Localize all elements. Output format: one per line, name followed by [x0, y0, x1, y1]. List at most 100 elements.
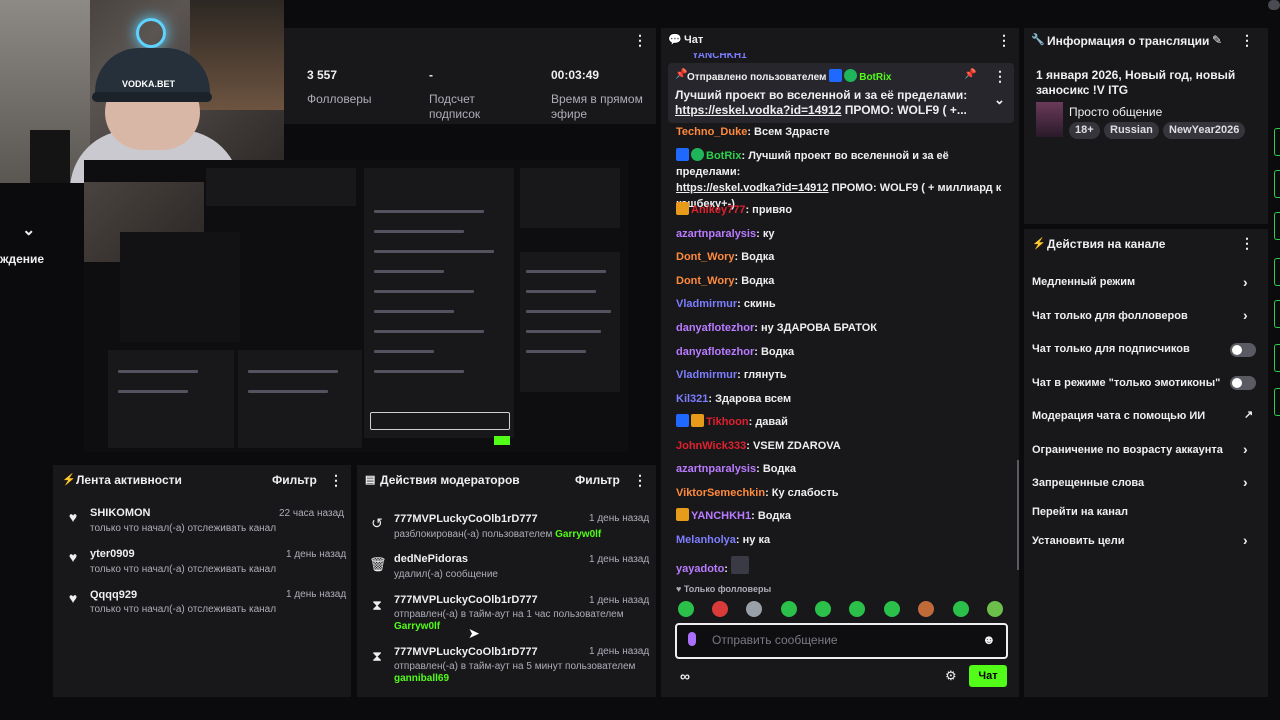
action-emote-only: Чат в режиме "только эмотиконы": [1032, 377, 1221, 389]
info-menu-icon[interactable]: ⋮: [1240, 32, 1254, 48]
heart-icon: ♥: [68, 509, 78, 525]
mouse-cursor: ➤: [468, 625, 480, 641]
action-followers-only[interactable]: Чат только для фолловеров: [1032, 310, 1188, 322]
hourglass-icon: ⧗: [372, 597, 382, 613]
activity-item-sub: только что начал(-а) отслеживать канал: [90, 523, 277, 534]
emote-icon[interactable]: [953, 601, 969, 617]
activity-filter-button[interactable]: Фильтр: [272, 473, 317, 487]
uptime-label: Время в прямом эфире: [551, 92, 643, 121]
chat-emote: [731, 556, 750, 574]
chat-message: Kil321: Здарова всем: [676, 393, 792, 405]
activity-feed-panel: [53, 465, 351, 697]
category-thumbnail[interactable]: [1036, 102, 1063, 137]
emote-icon[interactable]: [678, 601, 694, 617]
emote-icon[interactable]: [849, 601, 865, 617]
action-slow-mode[interactable]: Медленный режим: [1032, 276, 1135, 288]
pinned-menu-icon[interactable]: ⋮: [993, 68, 1007, 84]
pinned-by: Отправлено пользователем BotRix: [687, 69, 891, 83]
chat-message: Melanholya: ну ка: [676, 534, 771, 546]
chevron-right-icon[interactable]: ›: [1243, 532, 1248, 548]
chat-message: Tikhoon: давай: [676, 414, 1006, 430]
emote-icon[interactable]: [884, 601, 900, 617]
chevron-right-icon[interactable]: ›: [1243, 441, 1248, 457]
pinned-expand-icon[interactable]: ⌄: [994, 92, 1005, 108]
emote-only-toggle[interactable]: [1230, 376, 1256, 390]
chat-message: danyaflotezhor: ну ЗДАРОВА БРАТОК: [676, 322, 877, 334]
chat-message: yayadoto:: [676, 556, 1006, 577]
chat-message: Vladmirmur: скинь: [676, 298, 776, 310]
heart-icon: ♥: [68, 549, 78, 565]
mod-menu-icon[interactable]: ⋮: [633, 472, 647, 488]
activity-menu-icon[interactable]: ⋮: [329, 472, 343, 488]
pin-icon: 📌: [675, 69, 688, 80]
chat-message: danyaflotezhor: Водка: [676, 346, 795, 358]
chevron-right-icon[interactable]: ›: [1243, 307, 1248, 323]
action-account-age[interactable]: Ограничение по возрасту аккаунта: [1032, 444, 1223, 456]
chevron-right-icon[interactable]: ›: [1243, 474, 1248, 490]
stats-menu-icon[interactable]: ⋮: [633, 32, 647, 48]
action-ai-moderation[interactable]: Модерация чата с помощью ИИ: [1032, 410, 1205, 422]
tag-age[interactable]: 18+: [1069, 122, 1100, 139]
info-title: Информация о трансляции: [1047, 34, 1210, 48]
action-go-to-channel[interactable]: Перейти на канал: [1032, 506, 1128, 518]
edge-item[interactable]: [1274, 388, 1280, 416]
activity-item-name[interactable]: Qqqq929: [90, 589, 137, 601]
activity-item-name[interactable]: yter0909: [90, 548, 135, 560]
subs-only-toggle[interactable]: [1230, 343, 1256, 357]
chat-message: Dont_Wory: Водка: [676, 275, 775, 287]
mod-filter-button[interactable]: Фильтр: [575, 473, 620, 487]
mod-item-name[interactable]: dedNePidoras: [394, 553, 468, 565]
action-set-goals[interactable]: Установить цели: [1032, 535, 1125, 547]
emote-icon[interactable]: [815, 601, 831, 617]
emote-icon[interactable]: [781, 601, 797, 617]
emote-icon[interactable]: [987, 601, 1003, 617]
chat-scrollbar[interactable]: [1017, 460, 1019, 570]
edge-item[interactable]: [1274, 212, 1280, 240]
bolt-icon: ⚡: [1032, 238, 1046, 250]
mod-item-by: Garryw0lf: [555, 529, 602, 540]
chat-message: JohnWick333: VSEM ZDAROVA: [676, 440, 841, 452]
edit-pencil-icon[interactable]: ✎: [1212, 33, 1222, 47]
chat-message: Vladmirmur: глянуть: [676, 369, 787, 381]
chat-message: azartnparalysis: ку: [676, 228, 775, 240]
heart-icon: ♥: [68, 590, 78, 606]
pin-toggle-icon[interactable]: 📌: [964, 69, 976, 80]
chat-send-button[interactable]: Чат: [969, 665, 1007, 687]
stream-title: 1 января 2026, Новый год, новый заносикс…: [1036, 68, 1236, 97]
edge-item[interactable]: [1274, 258, 1280, 286]
emote-icon[interactable]: [746, 601, 762, 617]
edge-item[interactable]: [1274, 170, 1280, 198]
stream-preview[interactable]: [84, 160, 628, 452]
infinity-icon[interactable]: ∞: [680, 668, 690, 684]
category-name[interactable]: Просто общение: [1069, 105, 1162, 119]
activity-item-name[interactable]: SHIKOMON: [90, 507, 151, 519]
chat-menu-icon[interactable]: ⋮: [997, 32, 1011, 48]
emoji-icon[interactable]: ☻: [982, 632, 996, 647]
chat-message: Dont_Wory: Водка: [676, 251, 775, 263]
hourglass-icon: ⧗: [372, 648, 382, 664]
chat-top-partial: YANCHKH1: [692, 53, 747, 61]
emote-icon[interactable]: [918, 601, 934, 617]
chat-input[interactable]: Отправить сообщение: [712, 633, 838, 647]
chevron-right-icon[interactable]: ›: [1243, 274, 1248, 290]
emote-icon[interactable]: [712, 601, 728, 617]
cap-logo: VODKA.BET: [122, 79, 176, 89]
pinned-link[interactable]: https://eskel.vodka?id=14912: [675, 103, 841, 117]
actions-menu-icon[interactable]: ⋮: [1240, 235, 1254, 251]
action-banned-words[interactable]: Запрещенные слова: [1032, 477, 1144, 489]
mod-item-name[interactable]: 777MVPLuckyCoOlb1rD777: [394, 513, 538, 525]
settings-gear-icon[interactable]: ⚙: [945, 668, 957, 684]
subs-value: -: [429, 68, 433, 82]
left-collapse-icon[interactable]: ⌄: [22, 220, 35, 240]
mod-item-name[interactable]: 777MVPLuckyCoOlb1rD777: [394, 594, 538, 606]
edge-item[interactable]: [1274, 344, 1280, 372]
mic-icon[interactable]: [688, 632, 696, 646]
edge-item[interactable]: [1274, 128, 1280, 156]
mod-item-time: 1 день назад: [589, 595, 650, 606]
tag-language[interactable]: Russian: [1104, 122, 1159, 139]
edge-item[interactable]: [1274, 300, 1280, 328]
external-link-icon[interactable]: ↗: [1244, 408, 1253, 421]
pinned-text: Лучший проект во вселенной и за её преде…: [675, 88, 968, 102]
mod-item-name[interactable]: 777MVPLuckyCoOlb1rD777: [394, 646, 538, 658]
tag-custom[interactable]: NewYear2026: [1163, 122, 1246, 139]
